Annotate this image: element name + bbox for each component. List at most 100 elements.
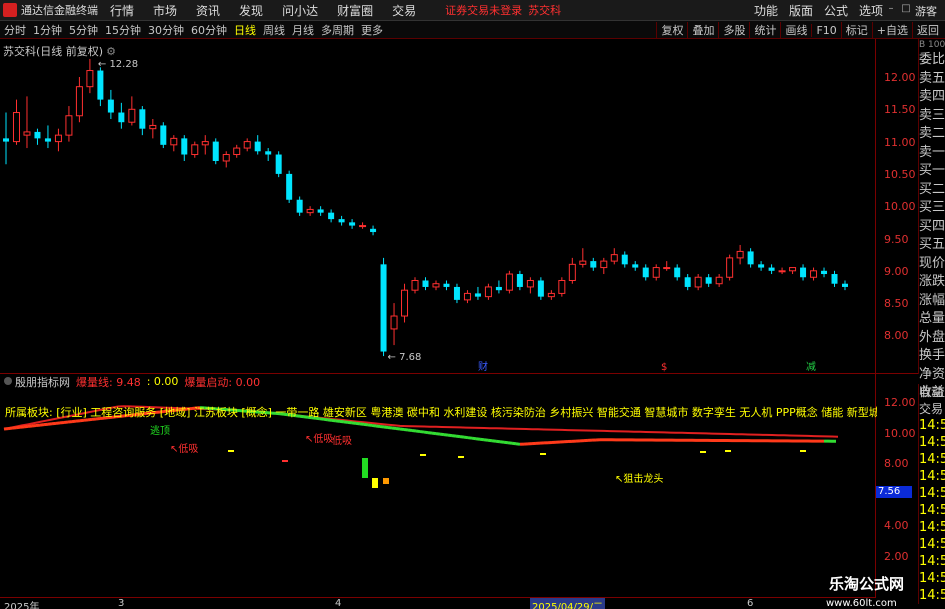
tab-auto[interactable]: 自动 — [919, 384, 945, 401]
candle — [705, 274, 712, 287]
event-marker[interactable]: 减 — [806, 361, 816, 373]
kline-chart[interactable]: ← 12.28← 7.68财 $ 减 逃顶↖低吸↖低吸低吸↖狙击龙头 — [0, 0, 945, 609]
candle — [558, 277, 566, 297]
candle — [800, 264, 807, 281]
candle — [149, 118, 157, 139]
candle — [715, 274, 723, 287]
indicator-main-line — [467, 436, 473, 440]
candle — [191, 141, 199, 158]
indicator-main-line — [443, 433, 449, 437]
date-label: 2025年 — [4, 602, 40, 609]
current-value-box: 7.56 — [876, 486, 912, 498]
quote-item[interactable]: 涨跌 — [919, 273, 945, 292]
watermark-title: 乐淘公式网 — [829, 575, 905, 593]
candle — [370, 225, 377, 236]
candle — [12, 99, 20, 145]
quote-item[interactable]: 现价 — [919, 255, 945, 274]
tab-trade[interactable]: 交易 — [919, 401, 945, 418]
candle — [139, 106, 146, 136]
candle — [842, 280, 848, 291]
indicator-plot: 逃顶↖低吸↖低吸低吸↖狙击龙头 — [3, 405, 839, 488]
date-label: 3 — [118, 598, 125, 609]
y-tick: 10.50 — [884, 168, 916, 181]
indicator-main-line — [463, 435, 469, 440]
candle — [254, 135, 261, 155]
ind-y-tick: 4.00 — [884, 519, 909, 532]
candle — [789, 267, 797, 275]
indicator-header: 殷朋指标网 爆量线: 9.48 : 0.00 爆量启动: 0.00 — [0, 374, 876, 389]
candles: ← 12.28 ← 7.68 财 $ 减 — [3, 58, 848, 373]
tick-time: 14:5 — [919, 452, 945, 467]
candle — [432, 280, 440, 291]
indicator-main-line — [383, 425, 389, 429]
quote-item[interactable]: 卖二 — [919, 125, 945, 144]
quote-item[interactable]: 换手 — [919, 347, 945, 366]
candle — [107, 89, 114, 119]
tick-time: 14:5 — [919, 503, 945, 518]
y-tick: 9.50 — [884, 233, 909, 246]
indicator-main-line — [451, 434, 457, 438]
quote-item[interactable]: 卖一 — [919, 144, 945, 163]
indicator-main-line — [511, 441, 517, 446]
quote-item[interactable]: 买三 — [919, 199, 945, 218]
candle — [422, 277, 429, 291]
candle — [181, 135, 188, 161]
candle — [212, 138, 219, 165]
quote-panel: B 1000 委比 卖五 卖四 卖三 卖二 卖一 买一 买二 买三 买四 买五 … — [918, 39, 945, 400]
tick-time: 14:5 — [919, 486, 945, 501]
candle — [75, 77, 83, 123]
quote-item[interactable]: 卖四 — [919, 88, 945, 107]
indicator-main-line — [327, 418, 333, 422]
tick-time: 14:5 — [919, 537, 945, 552]
candle — [201, 135, 209, 155]
tick-time: 14:5 — [919, 520, 945, 535]
volume-signal-bar — [383, 478, 389, 484]
indicator-main-line — [403, 428, 409, 432]
indicator-main-line — [371, 423, 377, 428]
quote-item[interactable]: 涨幅 — [919, 292, 945, 311]
candle — [453, 283, 460, 304]
candle — [652, 264, 660, 281]
candle — [463, 290, 471, 304]
indicator-main-line — [335, 419, 341, 423]
quote-item[interactable]: 买一 — [919, 162, 945, 181]
event-marker[interactable]: $ — [661, 362, 667, 373]
settings-gear-icon[interactable]: ⚙ — [106, 45, 116, 58]
stock-title-text: 苏交科(日线 前复权) — [3, 45, 104, 58]
candle — [128, 96, 136, 126]
candle — [632, 261, 639, 271]
sector-tags: 所属板块: [行业] 工程咨询服务 [地域] 江苏板块 [概念] 一带一路 雄安… — [5, 406, 877, 418]
candle — [296, 196, 303, 216]
quote-item[interactable]: 总量 — [919, 310, 945, 329]
candle — [663, 261, 671, 271]
indicator-main-line — [483, 438, 489, 442]
high-price-label: ← 12.28 — [98, 59, 138, 70]
indicator-main-line — [331, 418, 337, 423]
indicator-name[interactable]: 殷朋指标网 — [15, 374, 70, 390]
indicator-main-line — [315, 416, 321, 421]
volume-signal-bar — [228, 450, 234, 452]
quote-item[interactable]: 买五 — [919, 236, 945, 255]
candle — [684, 274, 691, 291]
quote-item[interactable]: 外盘 — [919, 329, 945, 348]
quote-item[interactable]: 净资 — [919, 366, 945, 385]
indicator-value-1: 爆量线: 9.48 — [76, 375, 141, 389]
event-marker[interactable]: 财 — [478, 360, 488, 373]
candle — [306, 206, 314, 216]
candle — [160, 122, 167, 149]
candle — [484, 283, 492, 300]
volume-signal-bar — [725, 450, 731, 452]
quote-item[interactable]: 买四 — [919, 218, 945, 237]
y-tick: 11.00 — [884, 136, 916, 149]
candle — [831, 270, 838, 287]
quote-item[interactable]: 委比 — [919, 51, 945, 70]
tick-time: 14:5 — [919, 469, 945, 484]
quote-item[interactable]: 买二 — [919, 181, 945, 200]
candle — [600, 257, 608, 275]
tick-time: 14:5 — [919, 435, 945, 450]
candle — [23, 96, 31, 149]
quote-item[interactable]: 卖五 — [919, 70, 945, 89]
quote-item[interactable]: 卖三 — [919, 107, 945, 126]
y-tick: 12.00 — [884, 71, 916, 84]
candle — [411, 277, 419, 294]
